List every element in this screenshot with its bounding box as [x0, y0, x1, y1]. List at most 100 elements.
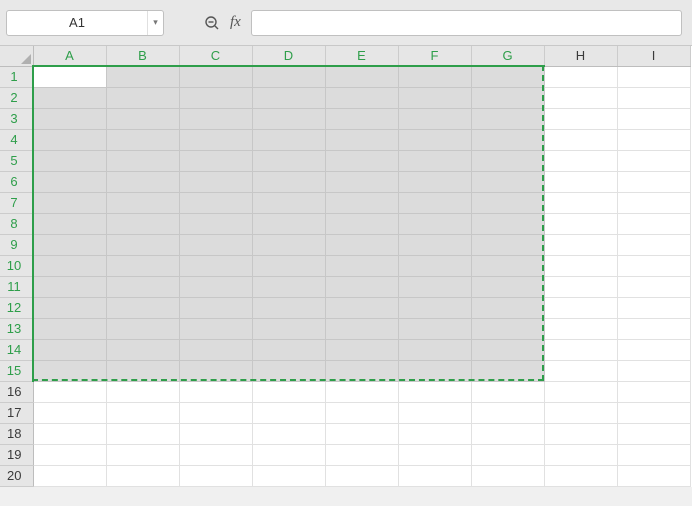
cell[interactable] [252, 276, 325, 297]
cell[interactable] [325, 465, 398, 486]
cell[interactable] [617, 213, 690, 234]
cell[interactable] [617, 402, 690, 423]
row-header[interactable]: 6 [0, 171, 33, 192]
chevron-down-icon[interactable]: ▾ [147, 11, 163, 35]
cell[interactable] [398, 381, 471, 402]
cell[interactable] [179, 150, 252, 171]
cell[interactable] [33, 444, 106, 465]
cell[interactable] [252, 255, 325, 276]
cell[interactable] [33, 213, 106, 234]
cell[interactable] [252, 150, 325, 171]
cell[interactable] [544, 318, 617, 339]
cell[interactable] [325, 255, 398, 276]
cell[interactable] [471, 66, 544, 87]
cell[interactable] [325, 381, 398, 402]
cell[interactable] [33, 87, 106, 108]
cell[interactable] [471, 381, 544, 402]
cell[interactable] [106, 276, 179, 297]
cell[interactable] [398, 171, 471, 192]
cell[interactable] [179, 87, 252, 108]
cell[interactable] [398, 213, 471, 234]
cell[interactable] [398, 423, 471, 444]
name-box[interactable]: A1 ▾ [6, 10, 164, 36]
cell[interactable] [106, 423, 179, 444]
cell[interactable] [33, 276, 106, 297]
cell[interactable] [471, 423, 544, 444]
cell[interactable] [325, 318, 398, 339]
cell[interactable] [252, 66, 325, 87]
cell[interactable] [33, 66, 106, 87]
row-header[interactable]: 9 [0, 234, 33, 255]
row-header[interactable]: 2 [0, 87, 33, 108]
cell[interactable] [179, 381, 252, 402]
column-header[interactable]: A [33, 46, 106, 66]
column-header[interactable]: F [398, 46, 471, 66]
cell[interactable] [33, 297, 106, 318]
select-all-corner[interactable] [0, 46, 33, 66]
cell[interactable] [471, 150, 544, 171]
cell[interactable] [325, 87, 398, 108]
cell[interactable] [106, 402, 179, 423]
cell[interactable] [544, 171, 617, 192]
cell[interactable] [106, 339, 179, 360]
cell[interactable] [33, 192, 106, 213]
cell[interactable] [398, 129, 471, 150]
row-header[interactable]: 12 [0, 297, 33, 318]
cell[interactable] [617, 234, 690, 255]
cell[interactable] [617, 87, 690, 108]
cell[interactable] [106, 444, 179, 465]
cell[interactable] [471, 129, 544, 150]
cell[interactable] [325, 171, 398, 192]
cell[interactable] [471, 318, 544, 339]
row-header[interactable]: 15 [0, 360, 33, 381]
cell[interactable] [252, 402, 325, 423]
cell[interactable] [325, 66, 398, 87]
cell[interactable] [544, 129, 617, 150]
row-header[interactable]: 13 [0, 318, 33, 339]
cell[interactable] [33, 465, 106, 486]
cell[interactable] [471, 213, 544, 234]
cell[interactable] [544, 339, 617, 360]
cell[interactable] [179, 276, 252, 297]
cell[interactable] [106, 465, 179, 486]
cell[interactable] [106, 150, 179, 171]
cell[interactable] [179, 129, 252, 150]
cell[interactable] [617, 276, 690, 297]
cell[interactable] [179, 234, 252, 255]
cell[interactable] [179, 108, 252, 129]
cell[interactable] [325, 297, 398, 318]
cell[interactable] [179, 402, 252, 423]
cell[interactable] [252, 129, 325, 150]
cell[interactable] [252, 339, 325, 360]
cell[interactable] [471, 234, 544, 255]
cell[interactable] [544, 444, 617, 465]
cell[interactable] [325, 339, 398, 360]
cell[interactable] [106, 192, 179, 213]
row-header[interactable]: 16 [0, 381, 33, 402]
cell[interactable] [471, 339, 544, 360]
cell[interactable] [33, 402, 106, 423]
cell[interactable] [398, 66, 471, 87]
cell[interactable] [325, 402, 398, 423]
cell[interactable] [325, 360, 398, 381]
cell[interactable] [471, 465, 544, 486]
cell[interactable] [398, 465, 471, 486]
column-header[interactable]: C [179, 46, 252, 66]
cell[interactable] [252, 192, 325, 213]
cell[interactable] [544, 297, 617, 318]
row-header[interactable]: 17 [0, 402, 33, 423]
cell[interactable] [325, 213, 398, 234]
cell[interactable] [544, 465, 617, 486]
cell[interactable] [325, 108, 398, 129]
column-header[interactable]: B [106, 46, 179, 66]
cell[interactable] [179, 423, 252, 444]
cell[interactable] [398, 255, 471, 276]
cell[interactable] [106, 234, 179, 255]
cell[interactable] [398, 108, 471, 129]
cell[interactable] [617, 255, 690, 276]
cell[interactable] [33, 129, 106, 150]
cell[interactable] [179, 360, 252, 381]
row-header[interactable]: 10 [0, 255, 33, 276]
cell[interactable] [544, 234, 617, 255]
column-header[interactable]: H [544, 46, 617, 66]
